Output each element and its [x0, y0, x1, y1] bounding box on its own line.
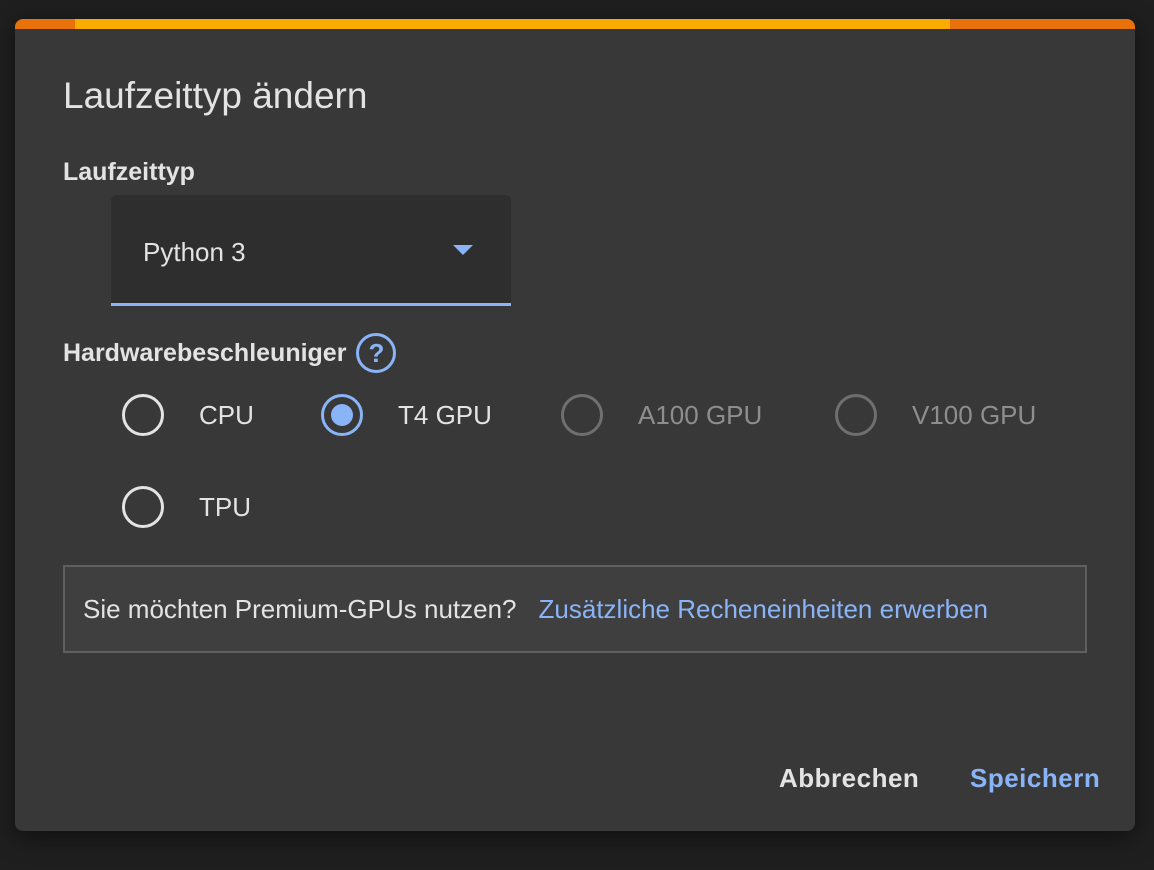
runtime-type-label: Laufzeittyp: [63, 158, 195, 186]
radio-tpu[interactable]: TPU: [122, 486, 251, 528]
radio-t4-gpu[interactable]: T4 GPU: [321, 394, 492, 436]
cancel-button[interactable]: Abbrechen: [779, 761, 919, 795]
radio-v100-gpu: V100 GPU: [835, 394, 1036, 436]
radio-label-t4-gpu: T4 GPU: [398, 400, 492, 430]
hardware-accelerator-section: Hardwarebeschleuniger ?: [63, 333, 397, 373]
premium-gpu-text: Sie möchten Premium-GPUs nutzen?: [83, 593, 517, 624]
radio-a100-gpu: A100 GPU: [561, 394, 762, 436]
save-button[interactable]: Speichern: [970, 761, 1100, 795]
runtime-type-value: Python 3: [143, 237, 246, 267]
runtime-type-select[interactable]: Python 3: [111, 195, 511, 306]
radio-button-icon[interactable]: [122, 486, 164, 528]
buy-compute-units-link[interactable]: Zusätzliche Recheneinheiten erwerben: [539, 594, 989, 625]
radio-label-a100-gpu: A100 GPU: [638, 400, 763, 430]
radio-button-icon[interactable]: [122, 394, 164, 436]
dialog-accent-bar: [15, 19, 1135, 29]
dialog-title: Laufzeittyp ändern: [63, 75, 368, 116]
radio-button-checked-icon[interactable]: [321, 394, 363, 436]
dropdown-arrow-icon: [453, 245, 473, 255]
radio-button-disabled-icon: [561, 394, 603, 436]
hardware-accelerator-label: Hardwarebeschleuniger: [63, 339, 347, 367]
radio-label-v100-gpu: V100 GPU: [912, 400, 1037, 430]
radio-button-disabled-icon: [835, 394, 877, 436]
change-runtime-dialog: Laufzeittyp ändern Laufzeittyp Python 3 …: [15, 19, 1135, 831]
help-icon[interactable]: ?: [356, 333, 397, 373]
radio-cpu[interactable]: CPU: [122, 394, 254, 436]
radio-label-cpu: CPU: [199, 400, 254, 430]
premium-gpu-banner: Sie möchten Premium-GPUs nutzen? Zusätzl…: [63, 565, 1087, 653]
radio-label-tpu: TPU: [199, 492, 251, 522]
